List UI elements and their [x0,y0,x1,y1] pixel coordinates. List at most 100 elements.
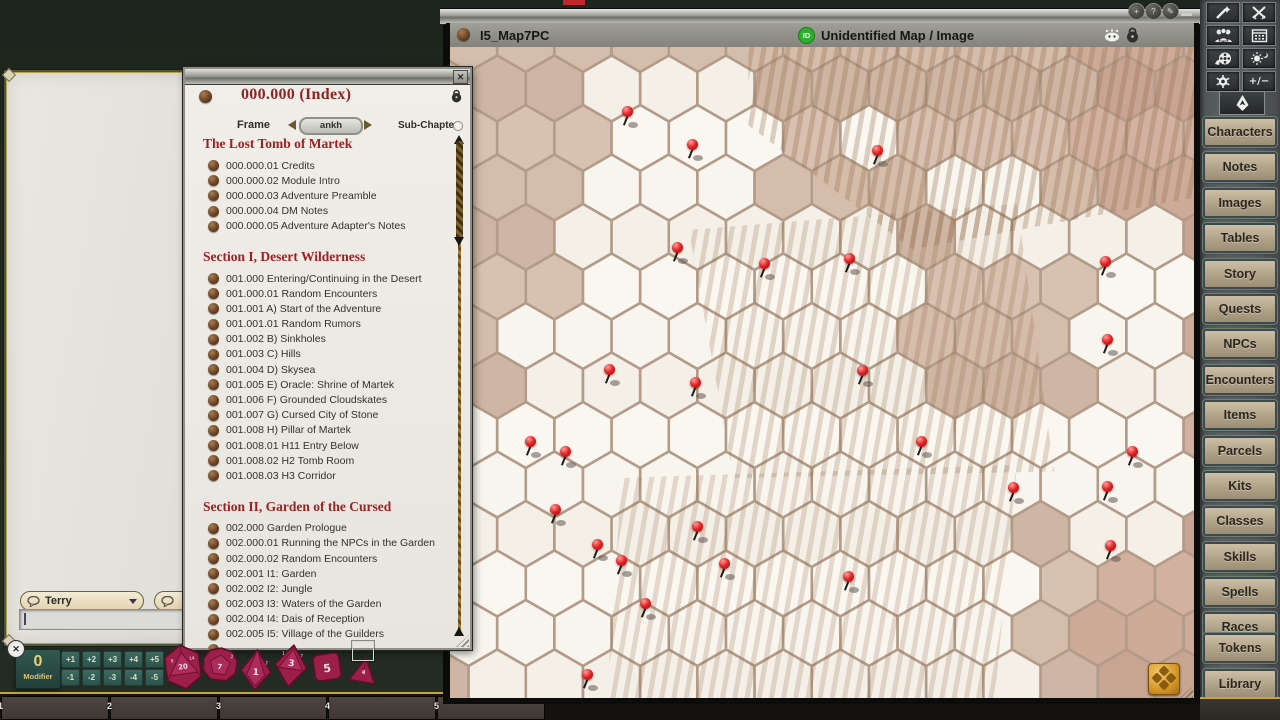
index-entry[interactable]: 000.000.03 Adventure Preamble [208,188,453,203]
index-entry[interactable]: 001.003 C) Hills [208,347,453,362]
die-d20[interactable]: 20 8 14 [160,640,206,693]
sidebar-button[interactable]: Spells [1203,577,1277,607]
sidebar-button[interactable]: Notes [1203,152,1277,182]
index-entry[interactable]: 001.000.01 Random Encounters [208,286,453,301]
sidebar-collapse-button[interactable] [1219,91,1265,115]
sidebar-button[interactable]: Story [1203,259,1277,289]
scroll-down-icon[interactable] [454,627,464,636]
options-gear-icon[interactable] [1206,71,1240,92]
map-pin[interactable] [693,146,695,148]
hotkey-slot[interactable]: 1 [1,696,109,720]
crossed-swords-icon[interactable] [1242,2,1276,23]
index-entry[interactable]: 001.008.03 H3 Corridor [208,468,453,483]
index-titlebar[interactable] [185,69,470,85]
map-pin[interactable] [849,578,851,580]
modifier-plus-button[interactable]: +2 [82,651,101,668]
index-entry[interactable]: 000.000.02 Module Intro [208,173,453,188]
subchapter-radio[interactable] [453,121,463,131]
index-window[interactable]: ✕ 000.000 (Index) Frame ankh Sub-Chapter… [183,67,472,650]
map-pin[interactable] [646,605,648,607]
sidebar-button[interactable]: NPCs [1203,329,1277,359]
sidebar-button[interactable]: Kits [1203,471,1277,501]
lock-icon[interactable] [451,89,462,103]
modifiers-plus-minus-icon[interactable]: +/− [1242,71,1276,92]
map-pin[interactable] [863,372,865,374]
die-d12[interactable]: 7 2 [201,645,239,684]
window-orb-icon[interactable] [457,28,470,41]
map-draw-button[interactable]: ✎ [1162,3,1179,20]
map-pin[interactable] [598,546,600,548]
map-pin[interactable] [622,562,624,564]
map-pin[interactable] [610,371,612,373]
map-pin[interactable] [588,676,590,678]
lighting-sun-icon[interactable] [1242,48,1276,69]
index-entry[interactable]: 001.007 G) Cursed City of Stone [208,408,453,423]
pointer-icon[interactable] [1206,2,1240,23]
map-pin[interactable] [696,384,698,386]
map-pin[interactable] [531,443,533,445]
modifier-minus-button[interactable]: -4 [124,669,143,686]
map-pin[interactable] [1014,489,1016,491]
sidebar-button[interactable]: Classes [1203,506,1277,536]
index-entry[interactable]: 001.001.01 Random Rumors [208,317,453,332]
index-entry[interactable]: 001.002 B) Sinkholes [208,332,453,347]
map-pin[interactable] [556,511,558,513]
sidebar-button[interactable]: Skills [1203,542,1277,572]
map-titlebar[interactable]: I5_Map7PC ID Unidentified Map / Image [448,23,1196,48]
map-pin[interactable] [725,565,727,567]
sidebar-button[interactable]: Parcels [1203,436,1277,466]
map-pin[interactable] [1106,263,1108,265]
map-pin[interactable] [698,528,700,530]
characters-group-icon[interactable] [1206,25,1240,46]
map-pin[interactable] [850,260,852,262]
lock-icon[interactable] [1126,27,1139,43]
die-d6[interactable]: 5 [310,650,344,684]
index-entry[interactable]: 002.000 Garden Prologue [208,521,453,536]
scrollbar-thumb[interactable] [456,141,463,241]
index-entry[interactable]: 000.000.04 DM Notes [208,204,453,219]
index-entry[interactable]: 001.005 E) Oracle: Shrine of Martek [208,377,453,392]
map-toolbar-toggle-button[interactable] [1148,663,1180,695]
index-entry[interactable]: 002.004 I4: Dais of Reception [208,612,453,627]
map-pin[interactable] [566,453,568,455]
index-entry[interactable]: 001.006 F) Grounded Cloudskates [208,392,453,407]
map-pin[interactable] [1111,547,1113,549]
tokens-bag-icon[interactable] [1206,48,1240,69]
index-entry[interactable]: 001.004 D) Skysea [208,362,453,377]
die-d8[interactable]: 3 1 7 [271,642,311,690]
index-entry[interactable]: 001.008.02 H2 Tomb Room [208,453,453,468]
modifier-plus-button[interactable]: +4 [124,651,143,668]
index-entry[interactable]: 001.000 Entering/Continuing in the Deser… [208,271,453,286]
map-pin[interactable] [1108,488,1110,490]
index-entry[interactable]: 001.008.01 H11 Entry Below [208,438,453,453]
modifier-clear-button[interactable]: ✕ [7,640,25,658]
map-pin[interactable] [1133,453,1135,455]
index-entry[interactable]: 002.000.02 Random Encounters [208,551,453,566]
modifier-minus-button[interactable]: -3 [103,669,122,686]
map-pin[interactable] [1108,341,1110,343]
sidebar-button[interactable]: Items [1203,400,1277,430]
calendar-icon[interactable] [1242,25,1276,46]
map-pin[interactable] [628,113,630,115]
map-help-button[interactable]: ? [1145,3,1162,20]
sidebar-button[interactable]: Characters [1203,117,1277,147]
window-orb-icon[interactable] [199,90,212,103]
sidebar-button[interactable]: Library [1203,669,1277,699]
index-scrollbar[interactable] [455,135,464,640]
die-d10[interactable]: 1 7 [239,648,274,692]
sidebar-button[interactable]: Encounters [1203,365,1277,395]
index-entry[interactable]: 001.008 H) Pillar of Martek [208,423,453,438]
sidebar-button[interactable]: Tokens [1203,633,1277,663]
sidebar-button[interactable]: Quests [1203,294,1277,324]
chat-speaker-dropdown[interactable]: Terry [20,591,144,611]
index-entry[interactable]: 000.000.05 Adventure Adapter's Notes [208,219,453,234]
map-zoom-button[interactable]: + [1128,3,1145,20]
index-entry[interactable]: 002.001 I1: Garden [208,566,453,581]
index-entry[interactable]: 001.001 A) Start of the Adventure [208,301,453,316]
modifier-minus-button[interactable]: -2 [82,669,101,686]
sidebar-button[interactable]: Images [1203,188,1277,218]
modifier-minus-button[interactable]: -1 [61,669,80,686]
map-pin[interactable] [922,443,924,445]
map-pin[interactable] [878,152,880,154]
map-pin[interactable] [765,265,767,267]
